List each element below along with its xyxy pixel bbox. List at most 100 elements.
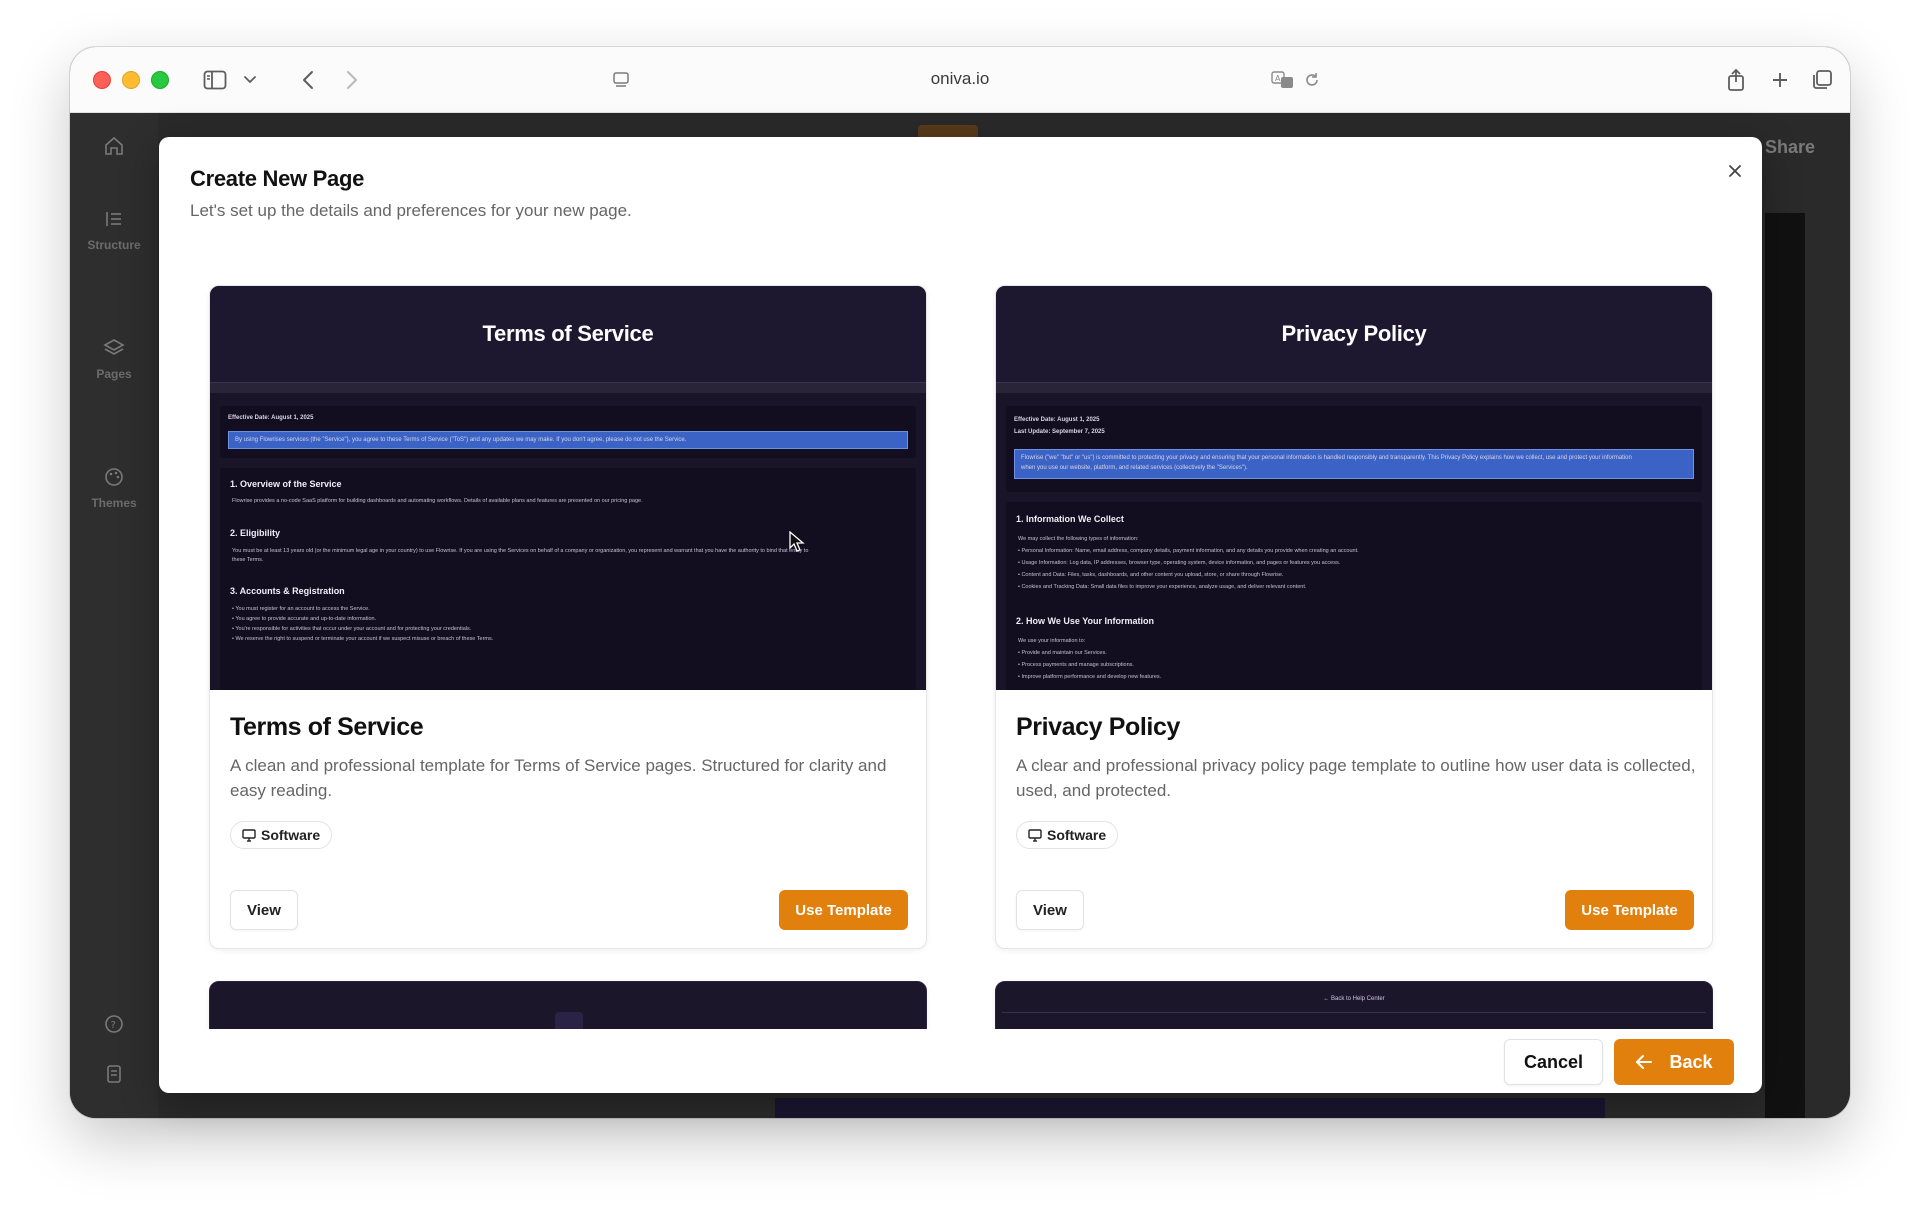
template-preview[interactable]: Privacy Policy Effective Date: August 1,…	[996, 286, 1712, 690]
view-button[interactable]: View	[1016, 890, 1084, 930]
url-bar[interactable]: oniva.io	[70, 69, 1850, 89]
new-tab-icon[interactable]	[1770, 65, 1790, 95]
close-modal-button[interactable]	[1722, 158, 1748, 184]
preview-text: Flowrise provides a no-code SaaS platfor…	[232, 498, 643, 504]
use-template-button[interactable]: Use Template	[1565, 890, 1694, 930]
svg-text:A: A	[1275, 74, 1281, 83]
cancel-button[interactable]: Cancel	[1504, 1039, 1603, 1085]
docs-button[interactable]	[70, 1063, 158, 1085]
preview-text: • Provide and maintain our Services.	[1018, 650, 1107, 656]
preview-text: • Cookies and Tracking Data: Small data …	[1018, 584, 1307, 590]
palette-icon	[105, 468, 123, 486]
preview-text: these Terms.	[232, 557, 264, 563]
app-sidebar: Structure Pages Themes ?	[70, 113, 158, 1118]
preview-heading: 2. How We Use Your Information	[1016, 616, 1155, 626]
sidebar-item-themes[interactable]: Themes	[70, 466, 158, 510]
preview-intro-box: Effective Date: August 1, 2025 Last Upda…	[1006, 406, 1702, 492]
preview-text: • You must register for an account to ac…	[232, 606, 370, 612]
tag-label: Software	[261, 827, 321, 843]
document-icon	[107, 1065, 121, 1083]
template-preview[interactable]: Terms of Service Effective Date: August …	[210, 286, 926, 690]
sidebar-item-structure[interactable]: Structure	[70, 208, 158, 252]
preview-text: Effective Date: August 1, 2025	[1014, 417, 1100, 423]
preview-divider	[996, 383, 1712, 393]
preview-header: Terms of Service	[210, 286, 926, 383]
preview-text: • Content and Data: Files, tasks, dashbo…	[1018, 572, 1284, 578]
preview-text: when you use our website, platform, and …	[1021, 465, 1248, 471]
preview-title: Terms of Service	[482, 321, 654, 346]
preview-text: • You're responsible for activities that…	[232, 626, 472, 632]
back-button-label: Back	[1669, 1051, 1713, 1072]
preview-divider	[1002, 1012, 1706, 1013]
preview-text: By using Flowrises services (the "Servic…	[235, 437, 687, 443]
view-button[interactable]: View	[230, 890, 298, 930]
template-card-terms: Terms of Service Effective Date: August …	[209, 285, 927, 949]
preview-text: Last Update: September 7, 2025	[1014, 429, 1105, 435]
preview-text: We use your information to:	[1018, 638, 1086, 644]
preview-logo	[555, 1012, 583, 1029]
browser-toolbar: oniva.io A	[70, 47, 1850, 113]
layers-icon	[103, 339, 125, 355]
use-template-button[interactable]: Use Template	[779, 890, 908, 930]
preview-text: • Process payments and manage subscripti…	[1018, 662, 1134, 668]
monitor-icon	[242, 828, 256, 842]
modal-title: Create New Page	[190, 166, 365, 191]
sidebar-item-home[interactable]	[70, 135, 158, 157]
preview-text: Flowrise ("we" "but" or "us") is committ…	[1021, 455, 1632, 461]
preview-title: Privacy Policy	[1281, 321, 1427, 346]
monitor-icon	[1028, 828, 1042, 842]
sidebar-item-label: Pages	[96, 367, 132, 381]
template-description: A clear and professional privacy policy …	[1016, 756, 1696, 800]
sidebar-item-label: Structure	[87, 238, 141, 252]
preview-heading: 3. Accounts & Registration	[230, 586, 345, 596]
sidebar-item-pages[interactable]: Pages	[70, 337, 158, 381]
template-card-partial[interactable]	[209, 981, 927, 1029]
close-icon	[1729, 165, 1741, 177]
mouse-cursor-icon	[789, 530, 805, 558]
preview-text: • Usage Information: Log data, IP addres…	[1018, 560, 1341, 566]
translate-icon[interactable]: A	[1270, 65, 1296, 95]
template-description: A clean and professional template for Te…	[230, 756, 887, 800]
preview-banner: Flowrise ("we" "but" or "us") is committ…	[1014, 449, 1694, 479]
template-card-privacy: Privacy Policy Effective Date: August 1,…	[995, 285, 1713, 949]
template-title: Terms of Service	[230, 713, 424, 741]
help-button[interactable]: ?	[70, 1013, 158, 1035]
template-card-partial[interactable]: ← Back to Help Center	[995, 981, 1713, 1029]
background-share-button: Share	[1765, 137, 1816, 157]
arrow-left-icon	[1636, 1055, 1653, 1069]
sidebar-item-label: Themes	[91, 496, 137, 510]
back-button[interactable]: Back	[1614, 1039, 1734, 1085]
preview-text: • Personal Information: Name, email addr…	[1018, 548, 1359, 554]
preview-back-link: ← Back to Help Center	[1323, 996, 1385, 1002]
preview-heading: 2. Eligibility	[230, 528, 281, 538]
category-tag: Software	[230, 821, 333, 849]
preview-text: • You agree to provide accurate and up-t…	[232, 616, 377, 622]
preview-text: You must be at least 13 years old (or th…	[232, 548, 809, 554]
preview-body-box: 1. Overview of the Service Flowrise prov…	[220, 468, 916, 690]
background-canvas	[1765, 213, 1805, 1118]
tag-label: Software	[1047, 827, 1107, 843]
help-icon: ?	[105, 1015, 123, 1033]
preview-text: • We reserve the right to suspend or ter…	[232, 636, 494, 642]
preview-body-box: 1. Information We Collect We may collect…	[1006, 502, 1702, 690]
structure-icon	[106, 212, 121, 226]
modal-subtitle: Let's set up the details and preferences…	[190, 201, 632, 220]
template-title: Privacy Policy	[1016, 713, 1180, 741]
create-page-modal: Create New Page Let's set up the details…	[159, 137, 1762, 1093]
reload-icon[interactable]	[1302, 65, 1322, 95]
preview-header: Privacy Policy	[996, 286, 1712, 383]
preview-divider	[210, 383, 926, 393]
home-icon	[105, 136, 123, 155]
preview-banner: By using Flowrises services (the "Servic…	[228, 431, 908, 449]
preview-intro-box: Effective Date: August 1, 2025 By using …	[220, 406, 916, 458]
preview-text: We may collect the following types of in…	[1018, 536, 1139, 542]
background-strip	[775, 1098, 1605, 1118]
preview-text: • Improve platform performance and devel…	[1018, 674, 1162, 680]
template-grid: Terms of Service Effective Date: August …	[159, 285, 1762, 1029]
share-icon[interactable]	[1724, 65, 1748, 95]
svg-text:?: ?	[111, 1020, 116, 1031]
preview-heading: 1. Overview of the Service	[230, 479, 342, 489]
tab-overview-icon[interactable]	[1810, 65, 1834, 95]
preview-heading: 1. Information We Collect	[1016, 514, 1124, 524]
preview-text: Effective Date: August 1, 2025	[228, 415, 314, 421]
